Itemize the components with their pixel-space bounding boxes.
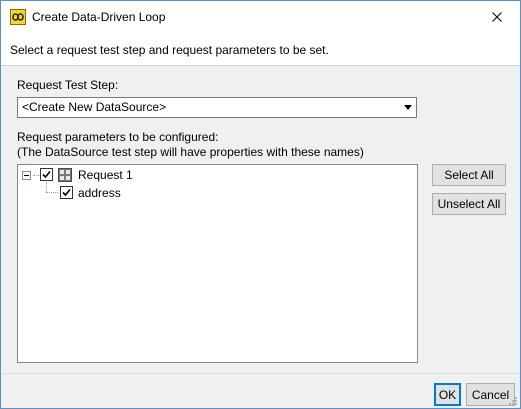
address-node-label: address [78, 186, 121, 200]
instruction-text: Select a request test step and request p… [10, 43, 329, 57]
request-step-dropdown[interactable]: <Create New DataSource> [17, 97, 417, 118]
address-checkbox[interactable] [60, 186, 73, 199]
unselect-all-button[interactable]: Unselect All [432, 193, 506, 215]
params-tree[interactable]: Request 1 address [17, 164, 418, 363]
request-step-value: <Create New DataSource> [22, 100, 167, 114]
tree-connector [33, 175, 39, 176]
close-button[interactable] [474, 1, 520, 32]
tree-node-request[interactable]: Request 1 [18, 167, 417, 185]
close-icon [492, 11, 502, 22]
app-loop-icon [10, 9, 26, 25]
request-checkbox[interactable] [40, 168, 53, 181]
instruction-band: Select a request test step and request p… [1, 32, 520, 66]
window-title: Create Data-Driven Loop [32, 10, 166, 24]
params-sublabel: (The DataSource test step will have prop… [17, 145, 364, 159]
request-icon [58, 168, 72, 182]
chevron-down-icon [404, 105, 412, 110]
title-bar[interactable]: Create Data-Driven Loop [1, 1, 520, 32]
ok-button[interactable]: OK [434, 383, 461, 406]
dialog-window: Create Data-Driven Loop Select a request… [0, 0, 521, 409]
footer-divider [1, 373, 520, 374]
collapse-icon[interactable] [22, 171, 31, 180]
request-step-label: Request Test Step: [17, 78, 119, 92]
request-node-label: Request 1 [78, 168, 133, 182]
tree-node-address[interactable]: address [18, 185, 417, 203]
select-all-button[interactable]: Select All [432, 164, 506, 186]
params-label: Request parameters to be configured: [17, 130, 219, 144]
resize-grip-icon[interactable] [506, 394, 518, 406]
